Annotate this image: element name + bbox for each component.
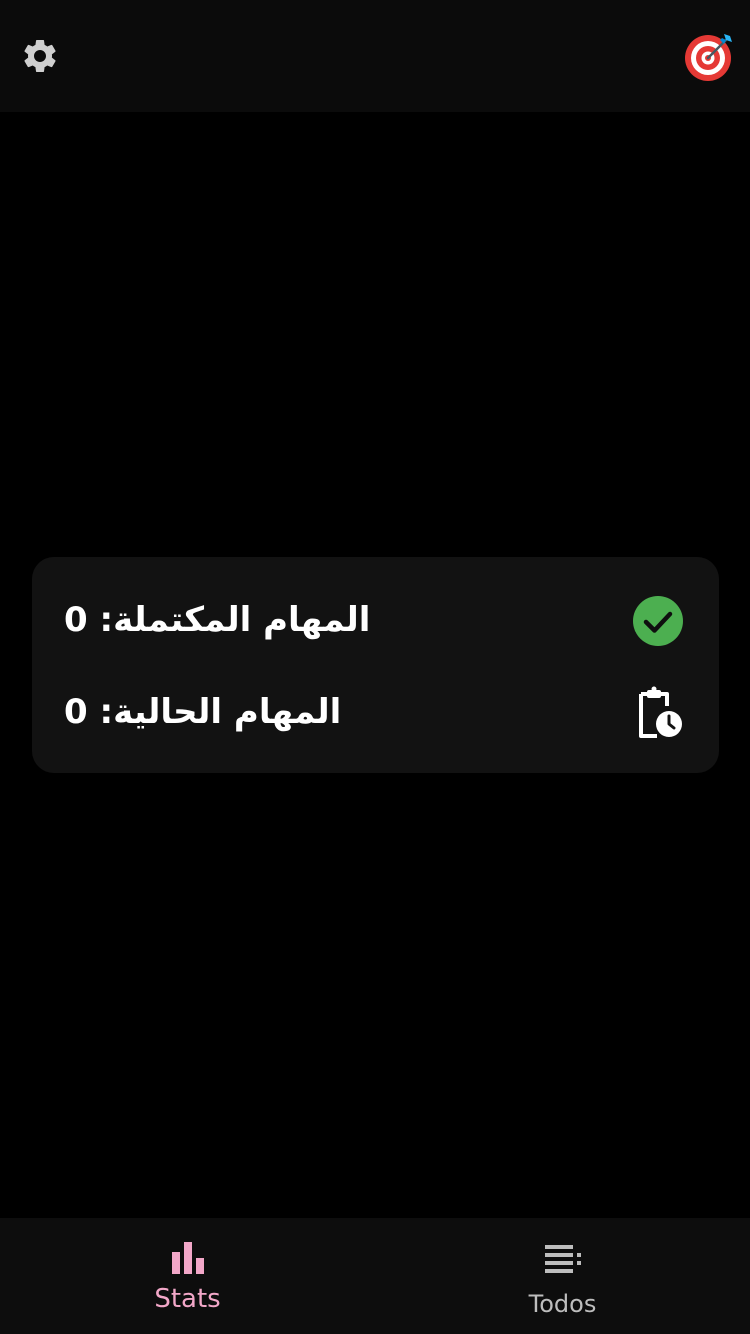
bar-chart-icon: [171, 1242, 204, 1274]
top-bar: [0, 0, 750, 112]
nav-label-todos: Todos: [528, 1290, 597, 1318]
list-icon: [544, 1245, 581, 1273]
app-screen: المهام المكتملة: 0 المهام الحالية: 0 Sta…: [0, 0, 750, 1334]
nav-item-stats[interactable]: Stats: [0, 1218, 375, 1334]
current-tasks-label: المهام الحالية: 0: [64, 692, 342, 732]
stats-card: المهام المكتملة: 0 المهام الحالية: 0: [32, 557, 719, 773]
completed-tasks-label: المهام المكتملة: 0: [64, 600, 371, 640]
check-circle-icon: [633, 596, 683, 646]
bottom-navigation: Stats Todos: [0, 1218, 750, 1334]
completed-tasks-row: المهام المكتملة: 0: [32, 585, 719, 655]
gear-icon: [24, 39, 56, 72]
nav-item-todos[interactable]: Todos: [375, 1218, 750, 1334]
nav-label-stats: Stats: [154, 1284, 221, 1314]
clipboard-clock-icon: [639, 686, 682, 738]
current-tasks-row: المهام الحالية: 0: [32, 677, 719, 747]
settings-button[interactable]: [18, 34, 62, 78]
target-dart-icon: [684, 30, 736, 82]
